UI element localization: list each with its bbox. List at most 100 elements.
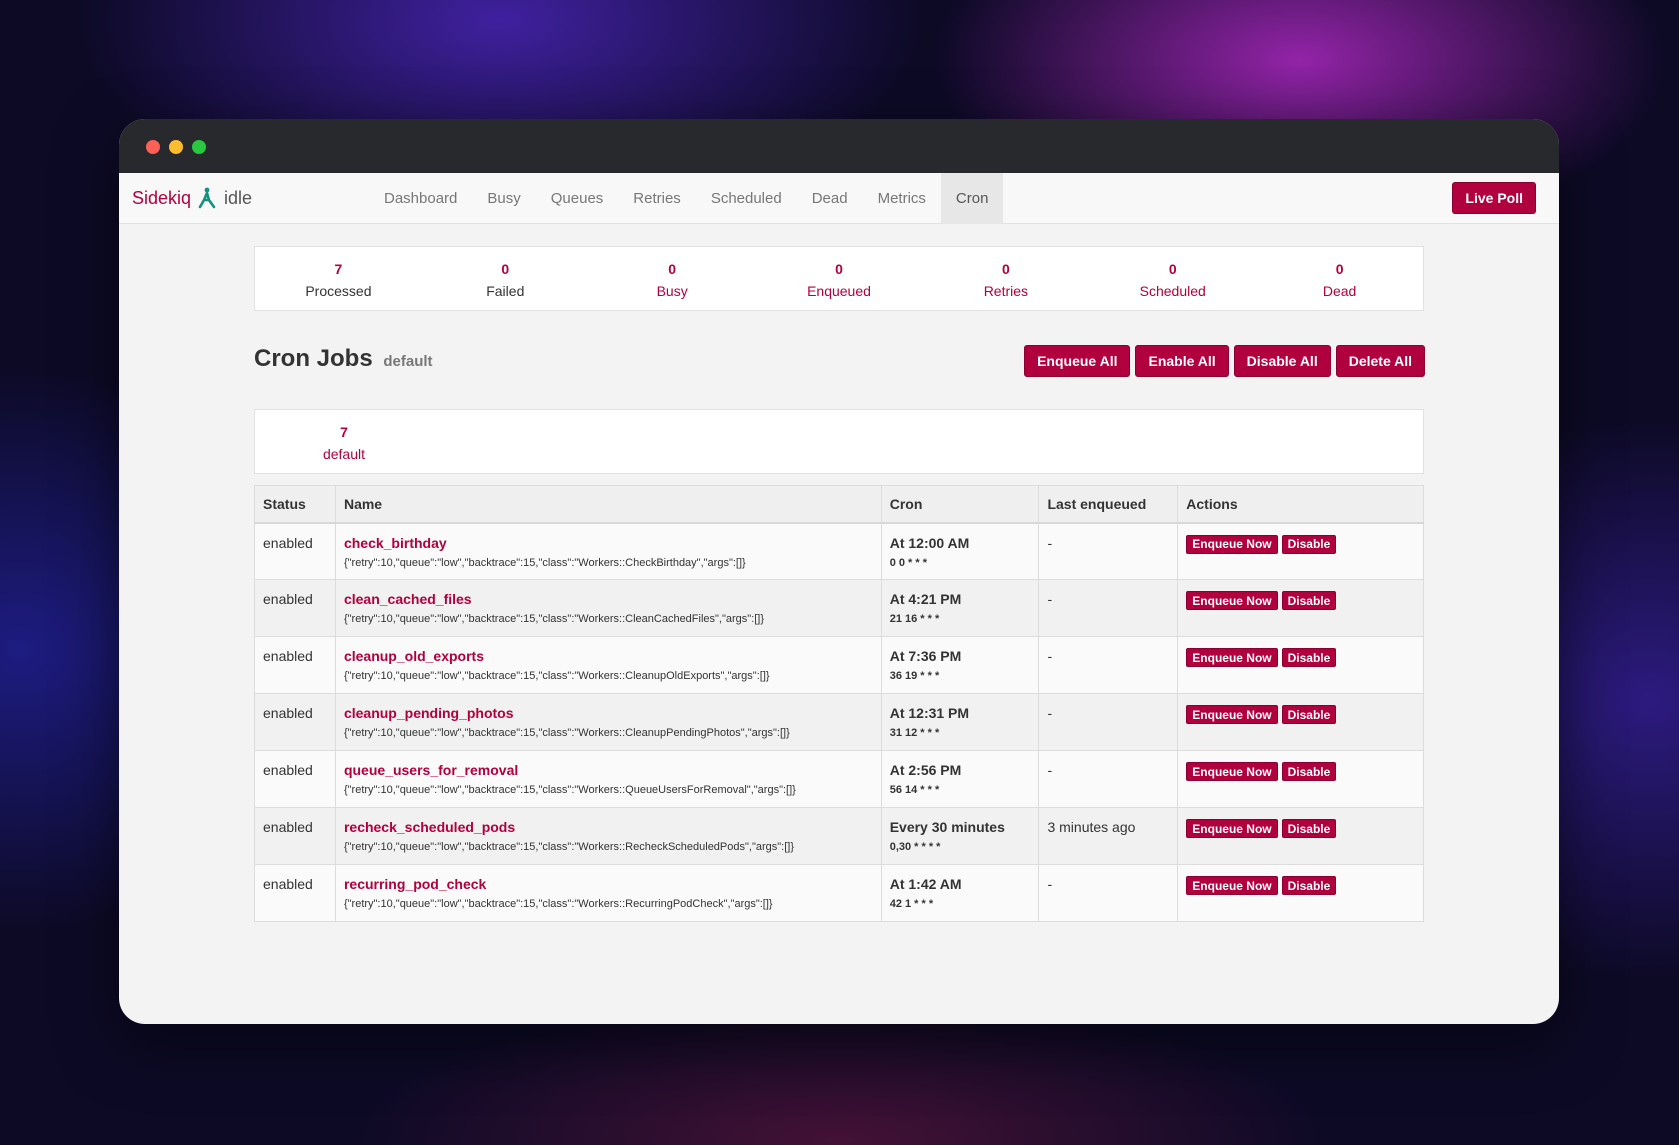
header-actions: Actions	[1177, 485, 1424, 524]
disable-all-button[interactable]: Disable All	[1233, 345, 1331, 377]
cron-expression: 42 1 * * *	[889, 898, 934, 910]
last-enqueued: 3 minutes ago	[1038, 807, 1179, 865]
cron-description: At 4:21 PM	[889, 591, 962, 607]
job-status: enabled	[254, 579, 336, 637]
enqueue-now-button[interactable]: Enqueue Now	[1186, 705, 1278, 724]
namespace-default-link[interactable]: 7 default	[255, 424, 433, 462]
disable-button[interactable]: Disable	[1281, 762, 1337, 781]
brand-name: Sidekiq	[132, 187, 192, 208]
job-args: {"retry":10,"queue":"low","backtrace":15…	[343, 784, 796, 796]
disable-button[interactable]: Disable	[1281, 705, 1337, 724]
brand-link[interactable]: Sidekiq idle	[132, 187, 252, 209]
job-name-link[interactable]: cleanup_pending_photos	[344, 705, 873, 721]
enqueue-now-button[interactable]: Enqueue Now	[1186, 591, 1278, 610]
nav-dead[interactable]: Dead	[797, 173, 863, 224]
job-actions: Enqueue Now Disable	[1186, 762, 1415, 781]
job-actions: Enqueue Now Disable	[1186, 876, 1415, 895]
cron-expression: 31 12 * * *	[889, 727, 940, 739]
cron-expression: 56 14 * * *	[889, 784, 940, 796]
disable-button[interactable]: Disable	[1281, 591, 1337, 610]
navbar: Sidekiq idle Dashboard Busy Queues Retries S…	[119, 173, 1559, 224]
table-row: enabled queue_users_for_removal {"retry":1…	[254, 750, 1424, 808]
job-actions-cell: Enqueue Now Disable	[1177, 750, 1424, 808]
enqueue-now-button[interactable]: Enqueue Now	[1186, 648, 1278, 667]
job-name-link[interactable]: queue_users_for_removal	[344, 762, 873, 778]
header-name: Name	[334, 485, 882, 524]
job-status: enabled	[254, 807, 336, 865]
header-cron: Cron	[880, 485, 1040, 524]
job-args: {"retry":10,"queue":"low","backtrace":15…	[343, 841, 795, 853]
disable-button[interactable]: Disable	[1281, 648, 1337, 667]
zoom-window-button[interactable]	[192, 140, 206, 154]
job-actions-cell: Enqueue Now Disable	[1177, 693, 1424, 751]
live-poll-button[interactable]: Live Poll	[1452, 182, 1536, 214]
enqueue-all-button[interactable]: Enqueue All	[1024, 345, 1131, 377]
nav-scheduled[interactable]: Scheduled	[696, 173, 797, 224]
disable-button[interactable]: Disable	[1281, 819, 1337, 838]
stat-count: 0	[1335, 261, 1344, 277]
table-row: enabled clean_cached_files {"retry":10,"qu…	[254, 579, 1424, 637]
nav-metrics[interactable]: Metrics	[863, 173, 941, 224]
stat-count: 0	[501, 261, 510, 277]
job-status: enabled	[254, 750, 336, 808]
stat-scheduled[interactable]: 0 Scheduled	[1089, 247, 1256, 310]
job-actions-cell: Enqueue Now Disable	[1177, 864, 1424, 922]
nav-cron[interactable]: Cron	[940, 173, 1004, 224]
last-enqueued: -	[1038, 750, 1179, 808]
namespace-label: default	[383, 353, 433, 370]
cron-description: Every 30 minutes	[889, 819, 1005, 835]
job-name-link[interactable]: clean_cached_files	[344, 591, 873, 607]
stat-count: 0	[1001, 261, 1010, 277]
nav-busy[interactable]: Busy	[472, 173, 535, 224]
job-name-link[interactable]: check_birthday	[344, 535, 873, 551]
cron-jobs-table: Status Name Cron Last enqueued Actions e…	[254, 485, 1424, 922]
main-nav: Dashboard Busy Queues Retries Scheduled Dead M…	[369, 173, 1004, 224]
nav-dashboard[interactable]: Dashboard	[369, 173, 472, 224]
stat-label: Dead	[1322, 283, 1357, 299]
job-name-link[interactable]: cleanup_old_exports	[344, 648, 873, 664]
job-name-cell: recheck_scheduled_pods {"retry":10,"queue…	[334, 807, 882, 865]
stat-count: 0	[668, 261, 677, 277]
nav-retries[interactable]: Retries	[618, 173, 696, 224]
stat-dead[interactable]: 0 Dead	[1256, 247, 1423, 310]
enqueue-now-button[interactable]: Enqueue Now	[1186, 819, 1278, 838]
job-name-link[interactable]: recheck_scheduled_pods	[344, 819, 873, 835]
stat-count: 0	[835, 261, 843, 277]
enqueue-now-button[interactable]: Enqueue Now	[1186, 762, 1278, 781]
job-actions: Enqueue Now Disable	[1186, 705, 1415, 724]
enqueue-now-button[interactable]: Enqueue Now	[1186, 534, 1278, 554]
stat-failed: 0 Failed	[422, 247, 589, 310]
job-args: {"retry":10,"queue":"low","backtrace":15…	[343, 613, 765, 625]
cron-expression: 0,30 * * * *	[889, 841, 941, 853]
disable-button[interactable]: Disable	[1281, 534, 1337, 554]
job-args: {"retry":10,"queue":"low","backtrace":15…	[343, 898, 773, 910]
namespace-summary: 7 default	[254, 409, 1424, 474]
stat-retries[interactable]: 0 Retries	[922, 247, 1089, 310]
window-titlebar	[119, 119, 1559, 173]
job-status: enabled	[254, 864, 336, 922]
stat-label: Enqueued	[807, 283, 871, 299]
close-window-button[interactable]	[146, 140, 160, 154]
disable-button[interactable]: Disable	[1281, 876, 1337, 895]
table-row: enabled cleanup_old_exports {"retry":10,"q…	[254, 636, 1424, 694]
enable-all-button[interactable]: Enable All	[1135, 345, 1229, 377]
job-cron-cell: At 4:21 PM 21 16 * * *	[880, 579, 1040, 637]
stat-count: 7	[334, 261, 343, 277]
page-title: Cron Jobs default	[254, 345, 433, 373]
stat-label: Retries	[983, 283, 1029, 299]
table-row: enabled recurring_pod_check {"retry":10,"q…	[254, 864, 1424, 922]
job-name-cell: check_birthday {"retry":10,"queue":"low",…	[334, 522, 882, 580]
stat-busy[interactable]: 0 Busy	[589, 247, 756, 310]
stat-label: Processed	[305, 283, 372, 299]
enqueue-now-button[interactable]: Enqueue Now	[1186, 876, 1278, 895]
minimize-window-button[interactable]	[169, 140, 183, 154]
delete-all-button[interactable]: Delete All	[1335, 345, 1425, 377]
header-last-enqueued: Last enqueued	[1038, 485, 1179, 524]
job-name-link[interactable]: recurring_pod_check	[344, 876, 873, 892]
table-row: enabled recheck_scheduled_pods {"retry":10…	[254, 807, 1424, 865]
stat-enqueued[interactable]: 0 Enqueued	[756, 247, 923, 310]
nav-queues[interactable]: Queues	[536, 173, 619, 224]
job-status: enabled	[254, 693, 336, 751]
browser-window: Sidekiq idle Dashboard Busy Queues Retries S…	[119, 119, 1559, 1024]
job-args: {"retry":10,"queue":"low","backtrace":15…	[343, 556, 746, 569]
